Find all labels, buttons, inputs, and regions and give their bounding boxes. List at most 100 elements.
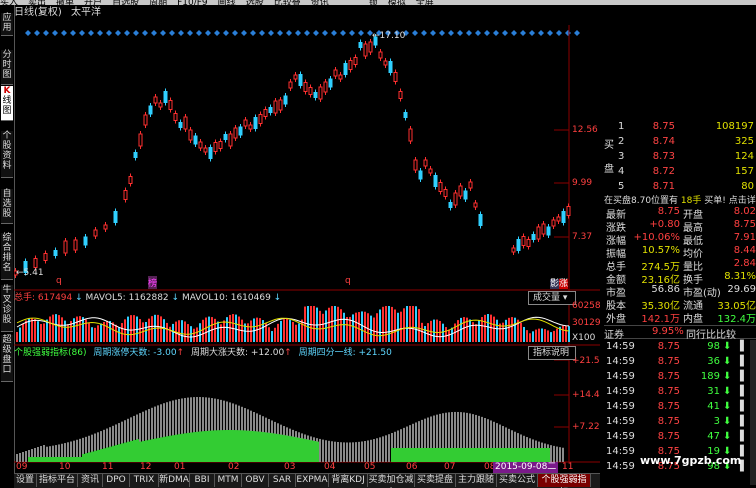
event-diamond-icon[interactable] bbox=[538, 30, 544, 36]
indicator-tab[interactable]: 背离KDJ bbox=[329, 474, 368, 487]
order-level-price[interactable]: 8.71 bbox=[635, 181, 675, 192]
indicator-tab[interactable]: 买卖公式 bbox=[497, 474, 538, 487]
candle-body bbox=[248, 124, 253, 130]
event-diamond-icon[interactable] bbox=[457, 30, 463, 36]
event-diamond-icon[interactable] bbox=[502, 30, 508, 36]
volume-indicator-dropdown[interactable]: 成交量 ▾ bbox=[528, 291, 576, 305]
event-diamond-icon[interactable] bbox=[439, 30, 445, 36]
event-diamond-icon[interactable] bbox=[322, 30, 328, 36]
event-diamond-icon[interactable] bbox=[232, 30, 238, 36]
indicator-tab[interactable]: EXPMA bbox=[296, 474, 329, 487]
event-diamond-icon[interactable] bbox=[79, 30, 85, 36]
event-diamond-icon[interactable] bbox=[97, 30, 103, 36]
side-tab-3[interactable]: 个股资料 bbox=[1, 131, 13, 178]
indicator-tab[interactable]: 个股强弱指标 bbox=[538, 474, 591, 487]
sector-row[interactable]: 证券 9.95% 同行比比较 bbox=[604, 325, 756, 341]
marker-bottom[interactable]: 影涨 bbox=[550, 276, 569, 289]
event-diamond-icon[interactable] bbox=[196, 30, 202, 36]
marker-q2[interactable]: q bbox=[345, 276, 351, 286]
event-diamond-icon[interactable] bbox=[565, 30, 571, 36]
order-level-price[interactable]: 8.73 bbox=[635, 151, 675, 162]
side-tab-1[interactable]: 分时图 bbox=[1, 50, 13, 85]
event-diamond-icon[interactable] bbox=[304, 30, 310, 36]
event-diamond-icon[interactable] bbox=[466, 30, 472, 36]
event-diamond-icon[interactable] bbox=[421, 30, 427, 36]
event-diamond-icon[interactable] bbox=[259, 30, 265, 36]
indicator-tab[interactable]: 指标平台 bbox=[37, 474, 78, 487]
event-diamond-icon[interactable] bbox=[160, 30, 166, 36]
indicator-tab[interactable]: OBV bbox=[242, 474, 269, 487]
cursor-date-label: 2015-09-08二 bbox=[493, 462, 559, 473]
indicator-help-button[interactable]: 指标说明 bbox=[528, 346, 576, 360]
event-diamond-icon[interactable] bbox=[241, 30, 247, 36]
event-diamond-icon[interactable] bbox=[349, 30, 355, 36]
event-diamond-icon[interactable] bbox=[169, 30, 175, 36]
event-diamond-icon[interactable] bbox=[106, 30, 112, 36]
event-diamond-icon[interactable] bbox=[511, 30, 517, 36]
event-diamond-icon[interactable] bbox=[187, 30, 193, 36]
order-book-note[interactable]: 在买盘8.70位置有 18手 买单! 点击详细 bbox=[604, 193, 756, 206]
event-diamond-icon[interactable] bbox=[115, 30, 121, 36]
side-tab-2[interactable]: K线图 bbox=[1, 86, 13, 121]
event-diamond-icon[interactable] bbox=[43, 30, 49, 36]
event-diamond-icon[interactable] bbox=[133, 30, 139, 36]
indicator-tab[interactable]: BBI bbox=[190, 474, 215, 487]
tick-scrollbar[interactable] bbox=[750, 340, 756, 485]
event-diamond-icon[interactable] bbox=[124, 30, 130, 36]
event-diamond-icon[interactable] bbox=[475, 30, 481, 36]
event-diamond-icon[interactable] bbox=[250, 30, 256, 36]
event-diamond-icon[interactable] bbox=[34, 30, 40, 36]
event-diamond-icon[interactable] bbox=[223, 30, 229, 36]
event-diamond-icon[interactable] bbox=[61, 30, 67, 36]
event-diamond-icon[interactable] bbox=[214, 30, 220, 36]
event-diamond-icon[interactable] bbox=[547, 30, 553, 36]
indicator-tab[interactable]: 买卖提盘 bbox=[415, 474, 456, 487]
event-diamond-icon[interactable] bbox=[430, 30, 436, 36]
order-level-price[interactable]: 8.72 bbox=[635, 166, 675, 177]
indicator-tab[interactable]: MTM bbox=[215, 474, 242, 487]
event-diamond-icon[interactable] bbox=[340, 30, 346, 36]
volume-bar bbox=[181, 320, 183, 342]
event-diamond-icon[interactable] bbox=[358, 30, 364, 36]
indicator-tab[interactable]: 资讯 bbox=[78, 474, 103, 487]
event-diamond-icon[interactable] bbox=[52, 30, 58, 36]
event-diamond-icon[interactable] bbox=[556, 30, 562, 36]
event-diamond-icon[interactable] bbox=[295, 30, 301, 36]
indicator-tab[interactable]: TRIX bbox=[130, 474, 159, 487]
indicator-tab[interactable]: 买卖加仓减仓 bbox=[368, 474, 415, 487]
indicator-tab[interactable]: 新DMA bbox=[159, 474, 190, 487]
side-tab-7[interactable]: 超级盘口 bbox=[1, 335, 13, 382]
indicator-tab[interactable]: 设置 bbox=[14, 474, 37, 487]
event-diamond-icon[interactable] bbox=[25, 30, 31, 36]
event-diamond-icon[interactable] bbox=[268, 30, 274, 36]
event-diamond-icon[interactable] bbox=[493, 30, 499, 36]
event-diamond-icon[interactable] bbox=[520, 30, 526, 36]
event-diamond-icon[interactable] bbox=[205, 30, 211, 36]
kline-chart-area[interactable] bbox=[14, 5, 600, 473]
indicator-tab[interactable]: SAR bbox=[269, 474, 296, 487]
event-diamond-icon[interactable] bbox=[277, 30, 283, 36]
order-level-price[interactable]: 8.75 bbox=[635, 121, 675, 132]
event-diamond-icon[interactable] bbox=[484, 30, 490, 36]
indicator-tab[interactable]: DPO bbox=[103, 474, 130, 487]
event-diamond-icon[interactable] bbox=[412, 30, 418, 36]
event-diamond-icon[interactable] bbox=[529, 30, 535, 36]
side-tab-4[interactable]: 自选股 bbox=[1, 189, 13, 224]
event-diamond-icon[interactable] bbox=[178, 30, 184, 36]
event-diamond-icon[interactable] bbox=[151, 30, 157, 36]
event-diamond-icon[interactable] bbox=[142, 30, 148, 36]
event-diamond-icon[interactable] bbox=[70, 30, 76, 36]
indicator-tab[interactable]: 主力跟随 bbox=[456, 474, 497, 487]
event-diamond-icon[interactable] bbox=[331, 30, 337, 36]
event-diamond-icon[interactable] bbox=[88, 30, 94, 36]
order-level-price[interactable]: 8.74 bbox=[635, 136, 675, 147]
event-diamond-icon[interactable] bbox=[448, 30, 454, 36]
marker-q1[interactable]: q bbox=[56, 276, 62, 286]
event-diamond-icon[interactable] bbox=[286, 30, 292, 36]
marker-chart[interactable]: 榜 bbox=[148, 276, 158, 289]
side-tab-5[interactable]: 综合排名 bbox=[1, 233, 13, 280]
side-tab-0[interactable]: 应用 bbox=[1, 13, 13, 36]
side-tab-6[interactable]: 牛叉诊股 bbox=[1, 285, 13, 332]
event-diamond-icon[interactable] bbox=[313, 30, 319, 36]
event-diamond-icon[interactable] bbox=[574, 30, 580, 36]
